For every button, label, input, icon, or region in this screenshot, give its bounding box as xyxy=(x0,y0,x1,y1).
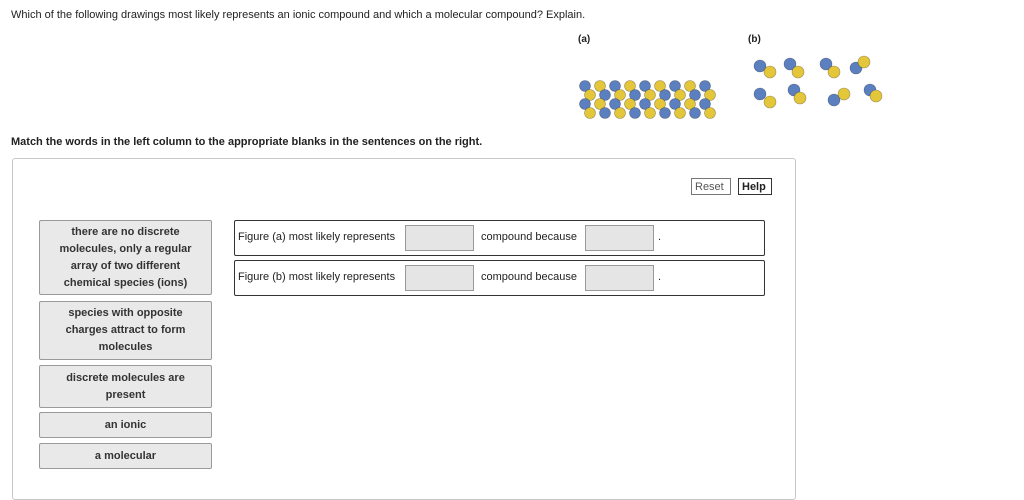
yellow-atom xyxy=(837,87,851,101)
figure-b-molecules-image xyxy=(753,55,883,109)
figure-a-lattice-image xyxy=(579,80,716,119)
yellow-ion xyxy=(704,107,716,119)
word-tile-opposite-charges[interactable]: species with opposite charges attract to… xyxy=(39,301,212,360)
word-tile-a-molecular[interactable]: a molecular xyxy=(39,443,212,469)
blank-a-compound-type[interactable] xyxy=(405,225,474,251)
blue-ion xyxy=(599,107,611,119)
word-tile-no-discrete-molecules[interactable]: there are no discrete molecules, only a … xyxy=(39,220,212,295)
yellow-atom xyxy=(791,65,805,79)
help-button[interactable]: Help xyxy=(738,178,772,195)
blue-ion xyxy=(659,107,671,119)
blue-atom xyxy=(753,87,767,101)
word-tile-discrete-molecules-present[interactable]: discrete molecules are present xyxy=(39,365,212,408)
yellow-atom xyxy=(827,65,841,79)
blank-b-reason[interactable] xyxy=(585,265,654,291)
yellow-atom xyxy=(857,55,871,69)
sentence-figure-a: Figure (a) most likely represents compou… xyxy=(234,220,765,256)
blue-ion xyxy=(629,107,641,119)
sentence-b-period: . xyxy=(658,271,662,283)
sentence-a-period: . xyxy=(658,231,662,243)
yellow-atom xyxy=(763,95,777,109)
yellow-atom xyxy=(793,91,807,105)
blank-a-reason[interactable] xyxy=(585,225,654,251)
sentence-figure-b: Figure (b) most likely represents compou… xyxy=(234,260,765,296)
word-tile-an-ionic[interactable]: an ionic xyxy=(39,412,212,438)
sentence-b-middle: compound because xyxy=(481,271,578,283)
yellow-atom xyxy=(869,89,883,103)
yellow-ion xyxy=(674,107,686,119)
question-text: Which of the following drawings most lik… xyxy=(11,9,586,21)
sentence-b-prefix: Figure (b) most likely represents xyxy=(238,271,396,283)
figure-b-label: (b) xyxy=(748,34,761,45)
instructions-text: Match the words in the left column to th… xyxy=(11,136,483,148)
yellow-ion xyxy=(644,107,656,119)
blue-ion xyxy=(689,107,701,119)
sentence-a-middle: compound because xyxy=(481,231,578,243)
reset-button[interactable]: Reset xyxy=(691,178,731,195)
figure-a-label: (a) xyxy=(578,34,591,45)
yellow-atom xyxy=(763,65,777,79)
yellow-ion xyxy=(584,107,596,119)
sentence-a-prefix: Figure (a) most likely represents xyxy=(238,231,396,243)
yellow-ion xyxy=(614,107,626,119)
blank-b-compound-type[interactable] xyxy=(405,265,474,291)
